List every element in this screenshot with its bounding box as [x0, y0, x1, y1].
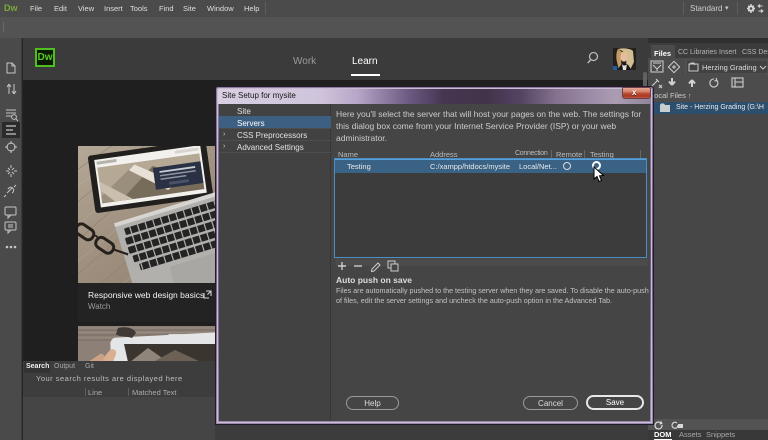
- svg-text:Herzing Grading: Herzing Grading: [702, 63, 757, 72]
